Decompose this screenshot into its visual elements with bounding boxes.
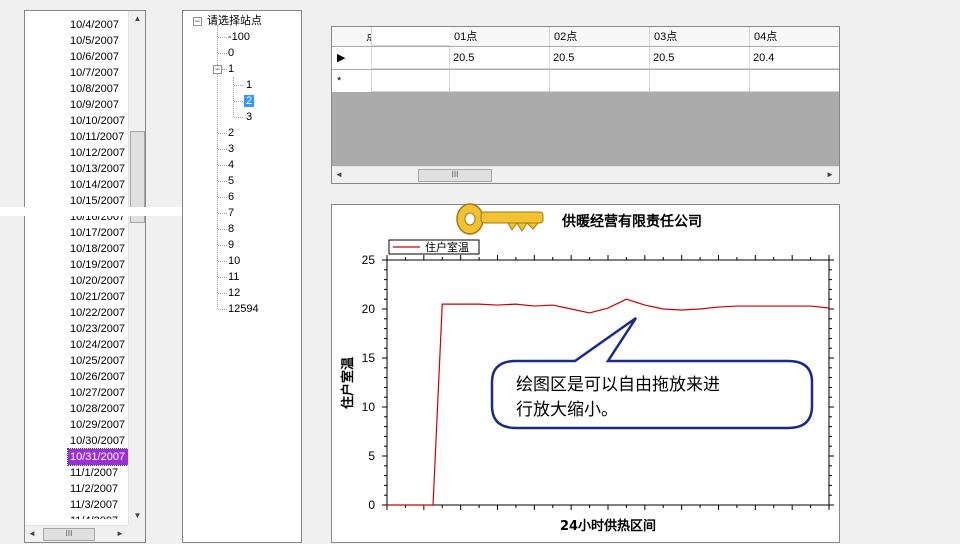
overlay-svg: 绘图区是可以自由拖放来进 行放大缩小。 (456, 203, 814, 430)
annotation-callout: 绘图区是可以自由拖放来进 行放大缩小。 (490, 316, 814, 430)
key-icon (456, 203, 544, 235)
annotation-line-1: 绘图区是可以自由拖放来进 (516, 375, 720, 395)
annotation-line-2: 行放大缩小。 (516, 400, 618, 420)
